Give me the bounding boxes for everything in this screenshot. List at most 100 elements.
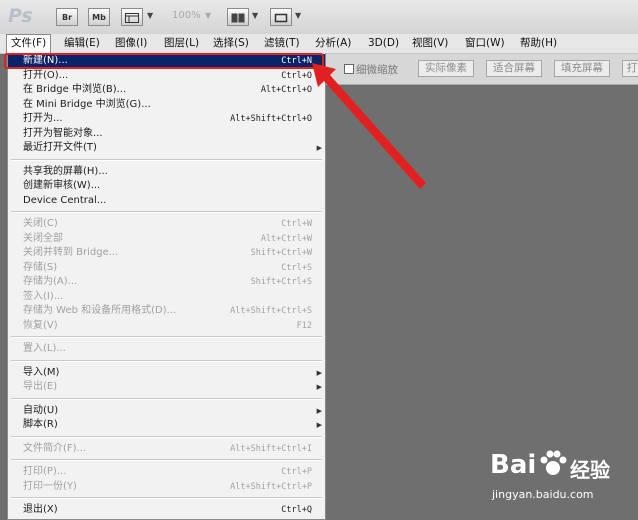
menu-item-label: 退出(X) xyxy=(23,504,58,515)
file-menu-item[interactable]: 打开为智能对象... xyxy=(8,127,325,141)
menu-separator xyxy=(11,211,322,213)
menu-item-label: 存储(S) xyxy=(23,261,58,273)
menu-item-label: 打印(P)... xyxy=(23,466,67,477)
submenu-arrow-icon: ▶ xyxy=(316,406,322,415)
menu-item-label: 文件简介(F)... xyxy=(23,442,87,454)
menu-edit[interactable]: 编辑(E) xyxy=(60,34,104,53)
menu-separator xyxy=(11,158,322,161)
menu-item-shortcut: Ctrl+W xyxy=(281,219,312,229)
chevron-down-icon[interactable]: ▼ xyxy=(147,11,153,20)
menu-item-shortcut: Alt+Ctrl+W xyxy=(260,233,312,244)
file-menu-item: 打印一份(Y) Alt+Shift+Ctrl+P xyxy=(8,480,325,494)
menu-help[interactable]: 帮助(H) xyxy=(516,34,561,53)
fill-screen-button[interactable]: 填充屏幕 xyxy=(554,60,610,77)
chevron-down-icon[interactable]: ▼ xyxy=(252,11,258,20)
photoshop-logo: Ps xyxy=(8,5,33,27)
mini-bridge-button[interactable]: Mb xyxy=(88,8,110,26)
menu-3d[interactable]: 3D(D) xyxy=(364,34,403,53)
menu-item-label: 打开(O)... xyxy=(23,69,69,81)
menu-select[interactable]: 选择(S) xyxy=(209,34,253,53)
zoom-level[interactable]: 100% xyxy=(172,10,201,21)
menu-item-shortcut: Ctrl+P xyxy=(281,467,312,477)
file-menu-item[interactable]: 共享我的屏幕(H)... xyxy=(8,165,325,179)
screen-mode-icon xyxy=(274,13,288,23)
file-menu-item: 关闭(C) Ctrl+W xyxy=(8,217,325,231)
menu-filter[interactable]: 滤镜(T) xyxy=(260,34,304,53)
file-menu-item[interactable]: 退出(X) Ctrl+Q xyxy=(8,503,325,517)
print-size-button[interactable]: 打 xyxy=(622,60,638,77)
file-menu-item[interactable]: 打开为... Alt+Shift+Ctrl+O xyxy=(8,112,325,126)
file-menu-item[interactable]: 在 Mini Bridge 中浏览(G)... xyxy=(8,98,325,112)
file-menu-item: 存储为(A)... Shift+Ctrl+S xyxy=(8,275,325,289)
submenu-arrow-icon: ▶ xyxy=(316,368,322,377)
file-menu-item: 打印(P)... Ctrl+P xyxy=(8,465,325,479)
view-extras-button[interactable] xyxy=(121,8,143,26)
file-menu-item: 关闭全部 Alt+Ctrl+W xyxy=(8,232,325,246)
menu-item-label: 创建新审核(W)... xyxy=(23,180,101,191)
arrange-documents-icon xyxy=(231,13,245,23)
menu-item-label: 存储为(A)... xyxy=(23,276,78,287)
submenu-arrow-icon: ▶ xyxy=(316,421,322,429)
arrange-documents-button[interactable] xyxy=(227,8,249,26)
menu-item-label: 共享我的屏幕(H)... xyxy=(23,165,108,177)
menu-item-label: 存储为 Web 和设备所用格式(D)... xyxy=(23,305,177,316)
chevron-down-icon[interactable]: ▼ xyxy=(205,11,211,20)
application-bar: Ps Br Mb ▼ 100% ▼ ▼ ▼ xyxy=(0,0,638,35)
menu-view[interactable]: 视图(V) xyxy=(408,34,452,53)
file-menu-item: 存储(S) Ctrl+S xyxy=(8,261,325,275)
menu-window[interactable]: 窗口(W) xyxy=(461,34,509,53)
file-menu-item[interactable]: 最近打开文件(T) ▶ xyxy=(8,141,325,155)
watermark-url: jingyan.baidu.com xyxy=(492,488,594,501)
file-menu-item[interactable]: 在 Bridge 中浏览(B)... Alt+Ctrl+O xyxy=(8,83,325,97)
file-menu-item: 恢复(V) F12 xyxy=(8,319,325,333)
menu-separator xyxy=(11,459,322,461)
file-menu-item[interactable]: 导入(M) ▶ xyxy=(8,366,325,380)
menu-separator xyxy=(11,359,322,362)
file-menu-item: 存储为 Web 和设备所用格式(D)... Alt+Shift+Ctrl+S xyxy=(8,304,325,318)
watermark-brand-right: 经验 xyxy=(570,458,610,482)
file-menu-item: 文件简介(F)... Alt+Shift+Ctrl+I xyxy=(8,442,325,456)
menu-item-shortcut: Shift+Ctrl+S xyxy=(250,277,312,287)
annotation-arrow-icon xyxy=(312,63,426,189)
menu-item-shortcut: Ctrl+Q xyxy=(281,505,312,515)
menu-item-label: 自动(U) xyxy=(23,404,59,416)
menu-image[interactable]: 图像(I) xyxy=(111,34,151,53)
fit-screen-button[interactable]: 适合屏幕 xyxy=(486,60,542,77)
menu-item-label: 关闭(C) xyxy=(23,218,58,229)
menu-item-shortcut: Alt+Shift+Ctrl+I xyxy=(230,443,312,454)
file-menu-item: 置入(L)... xyxy=(8,342,325,356)
menu-item-label: 在 Mini Bridge 中浏览(G)... xyxy=(23,98,151,110)
menu-item-label: 导出(E) xyxy=(23,381,58,392)
file-menu-item[interactable]: 脚本(R) ▶ xyxy=(8,418,325,432)
bridge-button[interactable]: Br xyxy=(56,8,78,26)
menu-file[interactable]: 文件(F) xyxy=(6,34,52,53)
menu-item-label: 签入(I)... xyxy=(23,290,64,302)
menu-layer[interactable]: 图层(L) xyxy=(160,34,203,53)
menu-item-label: 恢复(V) xyxy=(23,319,58,331)
menu-item-label: 打印一份(Y) xyxy=(23,480,77,492)
menu-item-label: 关闭并转到 Bridge... xyxy=(23,247,119,258)
menu-analysis[interactable]: 分析(A) xyxy=(311,34,355,53)
menu-separator xyxy=(11,435,322,438)
paw-icon xyxy=(540,450,567,475)
file-menu-item[interactable]: 打开(O)... Ctrl+O xyxy=(8,69,325,83)
baidu-watermark: Bai 经验 jingyan.baidu.com xyxy=(490,446,615,508)
menu-bar: 文件(F) 编辑(E) 图像(I) 图层(L) 选择(S) 滤镜(T) 分析(A… xyxy=(0,34,638,54)
chevron-down-icon[interactable]: ▼ xyxy=(295,11,301,20)
file-menu-item[interactable]: 创建新审核(W)... xyxy=(8,179,325,193)
screen-mode-button[interactable] xyxy=(270,8,292,26)
menu-item-shortcut: Alt+Shift+Ctrl+S xyxy=(230,306,312,316)
menu-separator xyxy=(11,497,322,499)
menu-item-label: 打开为智能对象... xyxy=(23,127,103,139)
submenu-arrow-icon: ▶ xyxy=(316,383,322,391)
menu-item-label: 最近打开文件(T) xyxy=(23,142,97,153)
menu-separator xyxy=(11,397,322,400)
watermark-brand-left: Bai xyxy=(490,450,537,480)
menu-item-shortcut: F12 xyxy=(296,320,312,331)
menu-item-label: 关闭全部 xyxy=(23,232,63,244)
file-menu-item[interactable]: 自动(U) ▶ xyxy=(8,404,325,418)
menu-item-label: 在 Bridge 中浏览(B)... xyxy=(23,84,127,95)
menu-item-label: 打开为... xyxy=(23,113,63,124)
file-menu-item: 导出(E) ▶ xyxy=(8,380,325,394)
file-menu-item[interactable]: Device Central... xyxy=(8,194,325,208)
